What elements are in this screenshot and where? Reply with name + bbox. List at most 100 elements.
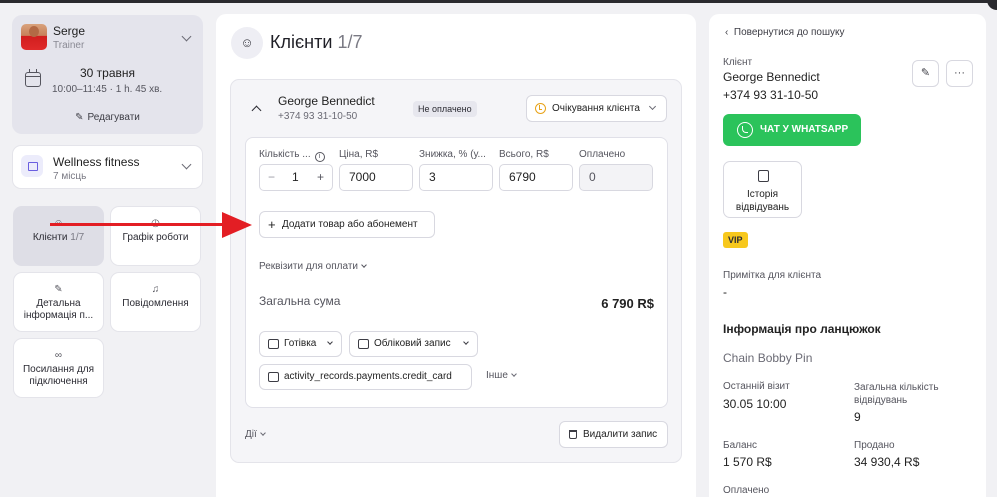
credit-card-option[interactable]: activity_records.payments.credit_card — [259, 364, 472, 390]
annotation-arrow-head — [222, 212, 252, 238]
edit-client-button[interactable]: ✎ — [912, 60, 939, 87]
appointment-card: Serge Trainer 30 травня 10:00–11:45 · 1 … — [12, 15, 203, 134]
plus-icon: + — [268, 217, 276, 232]
credit-card-label: activity_records.payments.credit_card — [284, 371, 452, 382]
account-icon — [358, 339, 369, 349]
balance-label: Баланс — [723, 440, 758, 451]
building-icon — [21, 155, 43, 177]
qty-label: Кількість ... i — [259, 149, 325, 162]
chevron-down-icon[interactable] — [181, 31, 192, 42]
client-details-panel: ‹ Повернутися до пошуку Клієнт George Be… — [709, 14, 986, 497]
quantity-value[interactable]: 1 — [292, 165, 299, 190]
discount-label: Знижка, % (у... — [419, 149, 486, 160]
calendar-icon — [25, 69, 41, 87]
chain-name: Chain Bobby Pin — [723, 351, 813, 365]
payment-method-select[interactable]: Готівка — [259, 331, 342, 357]
visits-count-label: Загальна кількість відвідувань — [854, 382, 939, 406]
chevron-down-icon — [511, 371, 517, 377]
client-phone: +374 93 31-10-50 — [723, 88, 819, 102]
trash-icon — [569, 430, 577, 439]
whatsapp-icon — [737, 122, 753, 138]
bell-icon: ♫ — [151, 284, 160, 295]
delete-label: Видалити запис — [583, 429, 658, 440]
clients-panel: ☺ Клієнти 1/7 George Bennedict +374 93 3… — [216, 14, 696, 497]
edit-label: Редагувати — [87, 112, 140, 123]
tab-schedule-label: Графік роботи — [122, 232, 189, 243]
pencil-icon: ✎ — [920, 67, 931, 79]
info-icon[interactable]: i — [314, 152, 325, 162]
visits-count-value: 9 — [854, 410, 861, 424]
user-role: Trainer — [53, 40, 85, 51]
pencil-icon: ✎ — [75, 112, 84, 123]
chevron-left-icon: ‹ — [725, 27, 734, 38]
client-status-select[interactable]: Очікування клієнта — [526, 95, 667, 122]
tab-links[interactable]: ∞ Посилання для підключення — [13, 338, 104, 398]
page-title-count: 1/7 — [337, 32, 363, 52]
add-item-label: Додати товар або абонемент — [282, 219, 418, 230]
price-label: Ціна, R$ — [339, 149, 379, 160]
visit-history-button[interactable]: Історія відвідувань — [723, 161, 802, 218]
last-visit-label: Останній візит — [723, 381, 790, 392]
price-input[interactable]: 7000 — [339, 164, 413, 191]
collapse-icon[interactable] — [251, 105, 262, 116]
client-name[interactable]: George Bennedict — [278, 94, 375, 108]
back-to-search-link[interactable]: ‹ Повернутися до пошуку — [725, 27, 845, 38]
actions-label: Дії — [245, 429, 257, 440]
chevron-down-icon — [648, 102, 657, 111]
tab-notifications[interactable]: ♫ Повідомлення — [110, 272, 201, 332]
requisites-label: Реквізити для оплати — [259, 261, 358, 272]
sold-label: Продано — [854, 440, 895, 451]
delete-record-button[interactable]: Видалити запис — [559, 421, 668, 448]
back-label: Повернутися до пошуку — [733, 27, 845, 38]
whatsapp-chat-button[interactable]: ЧАТ У WHATSAPP — [723, 114, 861, 146]
more-options-button[interactable]: ··· — [946, 60, 973, 87]
tab-details-label: Детальна інформація п... — [23, 298, 94, 321]
payment-requisites-toggle[interactable]: Реквізити для оплати — [259, 261, 367, 272]
discount-input[interactable]: 3 — [419, 164, 493, 191]
add-item-button[interactable]: + Додати товар або абонемент — [259, 211, 435, 238]
tab-clients-count: 1/7 — [70, 232, 85, 243]
client-card: George Bennedict +374 93 31-10-50 Не опл… — [230, 79, 682, 463]
tab-details[interactable]: ✎ Детальна інформація п... — [13, 272, 104, 332]
other-payment-toggle[interactable]: Інше — [486, 370, 517, 381]
sold-value: 34 930,4 R$ — [854, 455, 920, 469]
clock-icon — [535, 103, 546, 114]
paid-input: 0 — [579, 164, 653, 191]
actions-menu[interactable]: Дії — [245, 429, 266, 440]
total-sum-value: 6 790 R$ — [601, 296, 654, 311]
tab-links-label: Посилання для підключення — [22, 364, 95, 387]
annotation-arrow-line — [50, 223, 228, 226]
client-phone: +374 93 31-10-50 — [278, 111, 358, 122]
vip-badge: VIP — [723, 232, 748, 248]
edit-button[interactable]: ✎ Редагувати — [12, 112, 203, 123]
cash-icon — [268, 339, 279, 349]
service-item: Кількість ... i Ціна, R$ Знижка, % (у... … — [245, 137, 668, 408]
appointment-date: 30 травня — [80, 66, 136, 80]
tab-clients[interactable]: ☺ Клієнти 1/7 — [13, 206, 104, 266]
whatsapp-label: ЧАТ У WHATSAPP — [760, 124, 849, 135]
total-sum-label: Загальна сума — [259, 294, 341, 308]
tab-notifications-label: Повідомлення — [122, 298, 189, 309]
increment-button[interactable]: + — [317, 165, 324, 190]
company-selector[interactable]: Wellness fitness 7 місць — [12, 145, 203, 189]
total-input[interactable]: 6790 — [499, 164, 573, 191]
last-visit-value: 30.05 10:00 — [723, 397, 787, 411]
paid-label: Оплачено — [723, 485, 770, 496]
chevron-down-icon — [327, 339, 333, 345]
account-select[interactable]: Обліковий запис — [349, 331, 478, 357]
total-label: Всього, R$ — [499, 149, 549, 160]
client-label: Клієнт — [723, 57, 753, 68]
client-status-value: Очікування клієнта — [552, 103, 640, 114]
balance-value: 1 570 R$ — [723, 455, 772, 469]
more-icon: ··· — [954, 67, 965, 79]
history-label: Історія відвідувань — [735, 189, 790, 213]
decrement-button[interactable]: − — [268, 165, 275, 190]
chevron-down-icon — [361, 262, 367, 268]
sidebar: Serge Trainer 30 травня 10:00–11:45 · 1 … — [0, 3, 213, 497]
tab-schedule[interactable]: ◷ Графік роботи — [110, 206, 201, 266]
history-icon — [758, 170, 769, 182]
other-label: Інше — [486, 370, 508, 381]
card-icon — [268, 372, 279, 382]
company-name: Wellness fitness — [53, 155, 140, 169]
account-value: Обліковий запис — [374, 338, 451, 349]
